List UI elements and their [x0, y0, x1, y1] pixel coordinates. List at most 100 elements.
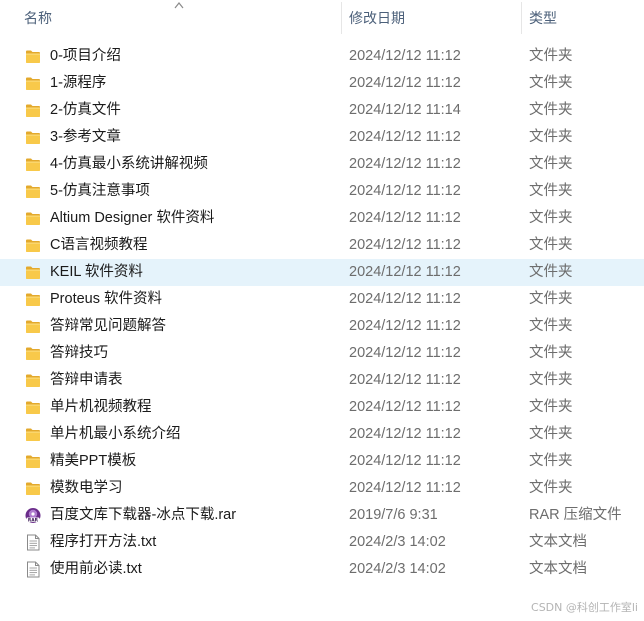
- file-type: 文件夹: [529, 183, 573, 199]
- file-name[interactable]: 答辩技巧: [50, 340, 108, 367]
- date-modified: 2024/12/12 11:12: [349, 291, 461, 307]
- folder-icon: [25, 372, 41, 389]
- file-name[interactable]: 0-项目介绍: [50, 43, 121, 70]
- folder-icon: [25, 156, 41, 173]
- folder-row[interactable]: 3-参考文章 2024/12/12 11:12 文件夹: [0, 124, 644, 151]
- file-type: 文件夹: [529, 156, 573, 172]
- folder-icon: [25, 129, 41, 146]
- svg-text:RAR: RAR: [28, 517, 39, 523]
- date-modified: 2024/12/12 11:12: [349, 264, 461, 280]
- folder-icon: [25, 210, 41, 227]
- file-row[interactable]: 程序打开方法.txt 2024/2/3 14:02 文本文档: [0, 529, 644, 556]
- folder-row[interactable]: 0-项目介绍 2024/12/12 11:12 文件夹: [0, 43, 644, 70]
- text-file-icon: [25, 561, 41, 578]
- date-modified: 2019/7/6 9:31: [349, 507, 438, 523]
- folder-icon: [25, 102, 41, 119]
- file-type: 文件夹: [529, 426, 573, 442]
- folder-row[interactable]: 单片机最小系统介绍 2024/12/12 11:12 文件夹: [0, 421, 644, 448]
- file-type: 文件夹: [529, 264, 573, 280]
- date-modified: 2024/12/12 11:12: [349, 129, 461, 145]
- file-name[interactable]: 3-参考文章: [50, 124, 121, 151]
- column-header-name[interactable]: 名称: [24, 0, 340, 36]
- watermark: CSDN @科创工作室li: [531, 601, 638, 614]
- folder-row[interactable]: KEIL 软件资料 2024/12/12 11:12 文件夹: [0, 259, 644, 286]
- file-name[interactable]: Proteus 软件资料: [50, 286, 162, 313]
- file-type: 文件夹: [529, 291, 573, 307]
- column-divider[interactable]: [341, 2, 342, 34]
- date-modified: 2024/12/12 11:12: [349, 399, 461, 415]
- file-name[interactable]: 单片机最小系统介绍: [50, 421, 181, 448]
- file-name[interactable]: 模数电学习: [50, 475, 123, 502]
- file-type: RAR 压缩文件: [529, 507, 622, 523]
- column-header-bar: 名称 修改日期 类型: [0, 0, 644, 36]
- date-modified: 2024/12/12 11:12: [349, 345, 461, 361]
- file-name[interactable]: 使用前必读.txt: [50, 556, 142, 583]
- file-name[interactable]: 答辩常见问题解答: [50, 313, 166, 340]
- file-type: 文件夹: [529, 102, 573, 118]
- text-file-icon: [25, 534, 41, 551]
- folder-icon: [25, 480, 41, 497]
- date-modified: 2024/12/12 11:12: [349, 426, 461, 442]
- rar-archive-icon: RAR: [25, 507, 41, 524]
- file-row[interactable]: RAR 百度文库下载器-冰点下载.rar 2019/7/6 9:31 RAR 压缩文件: [0, 502, 644, 529]
- date-modified: 2024/12/12 11:12: [349, 453, 461, 469]
- folder-row[interactable]: 5-仿真注意事项 2024/12/12 11:12 文件夹: [0, 178, 644, 205]
- file-list: 0-项目介绍 2024/12/12 11:12 文件夹 1-源程序 2024/12/12…: [0, 43, 644, 583]
- column-divider[interactable]: [521, 2, 522, 34]
- folder-row[interactable]: C语言视频教程 2024/12/12 11:12 文件夹: [0, 232, 644, 259]
- file-type: 文本文档: [529, 534, 587, 550]
- file-type: 文件夹: [529, 318, 573, 334]
- file-type: 文件夹: [529, 48, 573, 64]
- file-type: 文本文档: [529, 561, 587, 577]
- file-type: 文件夹: [529, 345, 573, 361]
- file-name[interactable]: C语言视频教程: [50, 232, 147, 259]
- folder-icon: [25, 183, 41, 200]
- file-type: 文件夹: [529, 129, 573, 145]
- folder-row[interactable]: 1-源程序 2024/12/12 11:12 文件夹: [0, 70, 644, 97]
- folder-row[interactable]: 模数电学习 2024/12/12 11:12 文件夹: [0, 475, 644, 502]
- file-name[interactable]: 程序打开方法.txt: [50, 529, 156, 556]
- file-name[interactable]: Altium Designer 软件资料: [50, 205, 214, 232]
- file-name[interactable]: 答辩申请表: [50, 367, 123, 394]
- date-modified: 2024/12/12 11:14: [349, 102, 461, 118]
- date-modified: 2024/12/12 11:12: [349, 48, 461, 64]
- file-type: 文件夹: [529, 399, 573, 415]
- date-modified: 2024/12/12 11:12: [349, 156, 461, 172]
- date-modified: 2024/12/12 11:12: [349, 480, 461, 496]
- file-name[interactable]: 1-源程序: [50, 70, 106, 97]
- folder-icon: [25, 75, 41, 92]
- file-name[interactable]: 百度文库下载器-冰点下载.rar: [50, 502, 236, 529]
- date-modified: 2024/12/12 11:12: [349, 210, 461, 226]
- date-modified: 2024/12/12 11:12: [349, 372, 461, 388]
- file-name[interactable]: 精美PPT模板: [50, 448, 136, 475]
- folder-row[interactable]: 答辩技巧 2024/12/12 11:12 文件夹: [0, 340, 644, 367]
- folder-icon: [25, 237, 41, 254]
- folder-row[interactable]: 2-仿真文件 2024/12/12 11:14 文件夹: [0, 97, 644, 124]
- column-header-date-modified[interactable]: 修改日期: [349, 0, 519, 36]
- folder-icon: [25, 453, 41, 470]
- folder-row[interactable]: 答辩申请表 2024/12/12 11:12 文件夹: [0, 367, 644, 394]
- file-type: 文件夹: [529, 453, 573, 469]
- date-modified: 2024/12/12 11:12: [349, 183, 461, 199]
- file-type: 文件夹: [529, 75, 573, 91]
- folder-icon: [25, 291, 41, 308]
- folder-row[interactable]: Proteus 软件资料 2024/12/12 11:12 文件夹: [0, 286, 644, 313]
- folder-row[interactable]: 单片机视频教程 2024/12/12 11:12 文件夹: [0, 394, 644, 421]
- folder-icon: [25, 399, 41, 416]
- folder-row[interactable]: Altium Designer 软件资料 2024/12/12 11:12 文件夹: [0, 205, 644, 232]
- folder-icon: [25, 48, 41, 65]
- file-name[interactable]: 2-仿真文件: [50, 97, 121, 124]
- file-name[interactable]: 4-仿真最小系统讲解视频: [50, 151, 208, 178]
- column-header-type[interactable]: 类型: [529, 0, 644, 36]
- file-row[interactable]: 使用前必读.txt 2024/2/3 14:02 文本文档: [0, 556, 644, 583]
- folder-row[interactable]: 精美PPT模板 2024/12/12 11:12 文件夹: [0, 448, 644, 475]
- folder-row[interactable]: 4-仿真最小系统讲解视频 2024/12/12 11:12 文件夹: [0, 151, 644, 178]
- date-modified: 2024/12/12 11:12: [349, 237, 461, 253]
- file-type: 文件夹: [529, 210, 573, 226]
- file-name[interactable]: 单片机视频教程: [50, 394, 152, 421]
- file-name[interactable]: KEIL 软件资料: [50, 259, 143, 286]
- folder-row[interactable]: 答辩常见问题解答 2024/12/12 11:12 文件夹: [0, 313, 644, 340]
- file-name[interactable]: 5-仿真注意事项: [50, 178, 150, 205]
- date-modified: 2024/2/3 14:02: [349, 534, 446, 550]
- date-modified: 2024/12/12 11:12: [349, 75, 461, 91]
